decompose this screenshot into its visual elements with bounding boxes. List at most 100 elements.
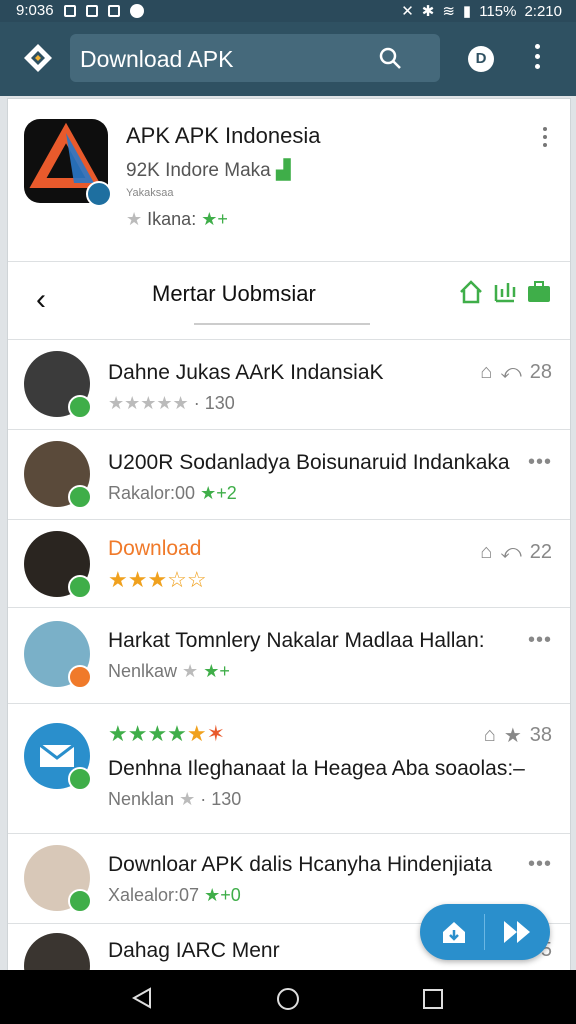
item-meta: Xalealor:07 ★+0 <box>108 885 241 905</box>
app-notification-icon <box>107 4 120 17</box>
app-icon[interactable] <box>24 119 112 207</box>
app-rating: ★ Ikana: ★+ <box>126 209 228 229</box>
star-icon: ★ <box>179 789 196 809</box>
star-plus-icon: ★+2 <box>200 483 237 503</box>
verified-badge-icon <box>68 767 92 791</box>
item-title: U200R Sodanladya Boisunaruid Indankaka <box>108 451 510 474</box>
tab-bar: ‹ Mertar Uobmsiar <box>8 261 570 340</box>
item-title[interactable]: Download <box>108 537 201 561</box>
app-header: APK APK Indonesia 92K Indore Maka ▟ Yaka… <box>8 99 570 262</box>
status-time: 2:210 <box>524 2 562 20</box>
list-item[interactable]: U200R Sodanladya Boisunaruid Indankaka R… <box>8 429 570 520</box>
item-meta: Rakalor:00 ★+2 <box>108 483 237 503</box>
gallery-icon <box>63 4 76 17</box>
nav-recents-icon[interactable] <box>422 988 444 1010</box>
item-title: Harkat Tomnlery Nakalar Madlaa Hallan: <box>108 629 485 652</box>
item-actions: ⌂ ★ 38 <box>484 723 552 748</box>
item-count: 22 <box>529 541 552 563</box>
battery-level: 115% <box>479 2 517 20</box>
account-avatar[interactable]: D <box>468 46 494 72</box>
app-subtitle-small: Yakaksaa <box>126 187 174 199</box>
fab-divider <box>484 914 485 950</box>
item-count: 38 <box>529 724 552 746</box>
tab-title: Mertar Uobmsiar <box>152 281 316 306</box>
item-count: 28 <box>529 361 552 383</box>
app-menu-icon[interactable] <box>542 127 548 151</box>
search-bar[interactable]: Download APK <box>70 34 440 82</box>
search-input[interactable]: Download APK <box>80 46 233 73</box>
item-title: Denhna Ileghanaat la Heagea Aba soaolas:… <box>108 757 525 780</box>
rating-stars: ★★★★★ <box>108 393 189 413</box>
list-item[interactable]: Harkat Tomnlery Nakalar Madlaa Hallan: N… <box>8 607 570 704</box>
mail-icon <box>85 4 98 17</box>
item-title: Dahag IARC Menr <box>108 939 280 962</box>
item-more-icon[interactable]: ••• <box>528 853 552 876</box>
item-meta: Nenlkaw ★ ★+ <box>108 661 230 681</box>
rating-stars: ★★★★★✶ <box>108 721 226 746</box>
item-actions: ⌂ ⤺ 22 <box>480 541 552 564</box>
chart-icon: ▟ <box>275 160 291 181</box>
overflow-menu-icon[interactable] <box>533 44 541 74</box>
star-plus-icon: ★+ <box>203 661 230 681</box>
avatar <box>24 933 90 971</box>
share-icon[interactable]: ⤺ <box>500 541 521 564</box>
item-meta: ★★★★★ · 130 <box>108 393 235 413</box>
item-title: Downloar APK dalis Hcanyha Hindenjiata <box>108 853 493 876</box>
star-icon: ★ <box>126 209 143 229</box>
avatar <box>24 351 92 419</box>
star-plus-icon: ★+ <box>201 209 228 229</box>
verified-badge-icon <box>68 575 92 599</box>
wifi-icon: ≋ <box>442 3 455 20</box>
verified-badge-icon <box>68 485 92 509</box>
home-icon[interactable]: ⌂ <box>480 361 492 384</box>
star-icon[interactable]: ★ <box>504 723 522 748</box>
mute-icon: ✕ <box>401 3 414 20</box>
verified-badge-icon <box>86 181 112 207</box>
nav-back-icon[interactable] <box>130 986 154 1010</box>
home-download-icon[interactable] <box>440 918 468 946</box>
list-item[interactable]: ★★★★★✶ Denhna Ileghanaat la Heagea Aba s… <box>8 703 570 834</box>
nav-home-icon[interactable] <box>275 986 301 1012</box>
verified-badge-icon <box>68 665 92 689</box>
floating-action-button[interactable] <box>420 904 550 960</box>
verified-badge-icon <box>68 889 92 913</box>
avatar <box>24 531 92 599</box>
status-bar: 9:036 ✕ ✱ ≋ ▮ 115% 2:210 <box>0 0 576 22</box>
avatar <box>24 441 92 509</box>
signal-icon: ▮ <box>462 3 472 20</box>
search-icon[interactable] <box>378 46 402 70</box>
system-nav-bar <box>0 970 576 1024</box>
chat-icon <box>129 3 144 18</box>
avatar <box>24 723 92 791</box>
bluetooth-icon: ✱ <box>421 3 435 20</box>
star-icon: ★ <box>182 661 199 681</box>
app-subtitle: 92K Indore Maka ▟ <box>126 160 291 181</box>
avatar <box>24 621 92 689</box>
avatar <box>24 845 92 913</box>
list-item[interactable]: Dahne Jukas AArK IndansiaK ★★★★★ · 130 ⌂… <box>8 339 570 430</box>
app-bar: Download APK D <box>0 22 576 96</box>
item-meta: Nenklan ★ · 130 <box>108 789 242 809</box>
status-time-left: 9:036 <box>16 2 54 19</box>
fast-forward-icon[interactable] <box>502 918 532 946</box>
briefcase-icon[interactable] <box>526 279 552 305</box>
home-icon[interactable]: ⌂ <box>480 541 492 564</box>
home-icon[interactable] <box>458 279 484 305</box>
app-title: APK APK Indonesia <box>126 123 321 148</box>
tab-indicator <box>194 323 370 325</box>
home-icon[interactable]: ⌂ <box>484 724 496 747</box>
chart-icon[interactable] <box>492 279 518 305</box>
item-more-icon[interactable]: ••• <box>528 629 552 652</box>
content-card: APK APK Indonesia 92K Indore Maka ▟ Yaka… <box>7 98 571 971</box>
star-plus-icon: ★+0 <box>204 885 241 905</box>
item-actions: ⌂ ⤺ 28 <box>480 361 552 384</box>
share-icon[interactable]: ⤺ <box>500 361 521 384</box>
item-more-icon[interactable]: ••• <box>528 451 552 474</box>
tab-actions <box>458 279 552 305</box>
item-title: Dahne Jukas AArK IndansiaK <box>108 361 384 384</box>
store-logo-icon[interactable] <box>22 42 54 74</box>
back-chevron-icon[interactable]: ‹ <box>36 283 46 317</box>
verified-badge-icon <box>68 395 92 419</box>
rating-stars: ★★★☆☆ <box>108 567 207 592</box>
list-item[interactable]: Download ★★★☆☆ ⌂ ⤺ 22 <box>8 519 570 608</box>
